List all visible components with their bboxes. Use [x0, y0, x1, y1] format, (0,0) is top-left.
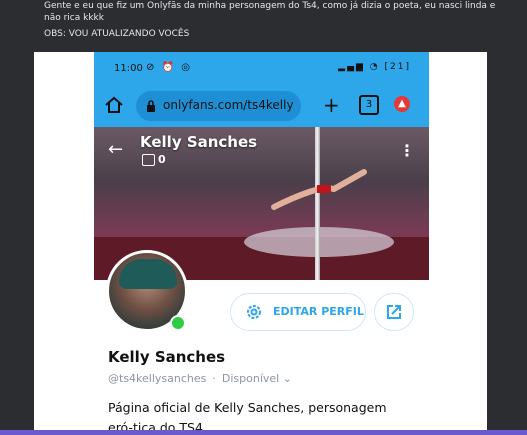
online-status-dot	[170, 315, 186, 331]
avatar-hair	[119, 259, 177, 289]
gear-icon	[247, 305, 261, 319]
handle-row: @ts4kellysanches · Disponível ⌄	[108, 372, 292, 385]
share-icon	[387, 305, 401, 319]
new-tab-plus-icon[interactable]: +	[323, 93, 340, 117]
banner-profile-name: Kelly Sanches	[140, 133, 258, 151]
phone-screenshot[interactable]: 11:00 ⊘ ⏰ ◎ ▂▄▆ ◔ [21] onlyfans.com/ts4k…	[34, 52, 487, 435]
profile-name: Kelly Sanches	[108, 348, 226, 366]
address-bar[interactable]: onlyfans.com/ts4kelly	[136, 91, 301, 121]
banner-figure	[271, 169, 367, 210]
share-button[interactable]	[374, 293, 414, 331]
post-text: Gente e eu que fiz um Onlyfãs da minha p…	[44, 0, 514, 40]
post-note: OBS: VOU ATUALIZANDO VOCÊS	[44, 29, 190, 39]
tab-switcher-button[interactable]: 3	[359, 95, 379, 115]
post-message: Gente e eu que fiz um Onlyfãs da minha p…	[44, 1, 496, 23]
browser-toolbar: onlyfans.com/ts4kelly + 3 ▲	[94, 85, 429, 127]
status-time: 11:00	[114, 63, 143, 74]
back-arrow-icon[interactable]: ←	[108, 139, 123, 160]
edit-profile-label: EDITAR PERFIL	[273, 305, 364, 318]
more-options-icon[interactable]: ⋮	[399, 141, 415, 160]
edit-profile-button[interactable]: EDITAR PERFIL	[230, 293, 366, 331]
lock-icon	[147, 100, 155, 112]
notification-icons: ⊘ ⏰ ◎	[146, 62, 192, 73]
battery-level: 21	[390, 62, 406, 72]
media-count: 0	[158, 153, 166, 166]
profile-handle: @ts4kellysanches	[108, 372, 207, 385]
status-bar: 11:00 ⊘ ⏰ ◎ ▂▄▆ ◔ [21]	[94, 52, 429, 85]
right-gutter	[487, 52, 527, 435]
left-gutter	[0, 52, 34, 435]
media-icon	[142, 154, 155, 166]
availability-dropdown[interactable]: Disponível ⌄	[222, 372, 292, 385]
bottom-bar	[0, 430, 527, 435]
signal-battery-icons: ▂▄▆ ◔ [21]	[338, 62, 411, 72]
alert-icon[interactable]: ▲	[394, 96, 410, 112]
url-text: onlyfans.com/ts4kelly	[163, 98, 294, 112]
home-icon[interactable]	[104, 95, 124, 115]
